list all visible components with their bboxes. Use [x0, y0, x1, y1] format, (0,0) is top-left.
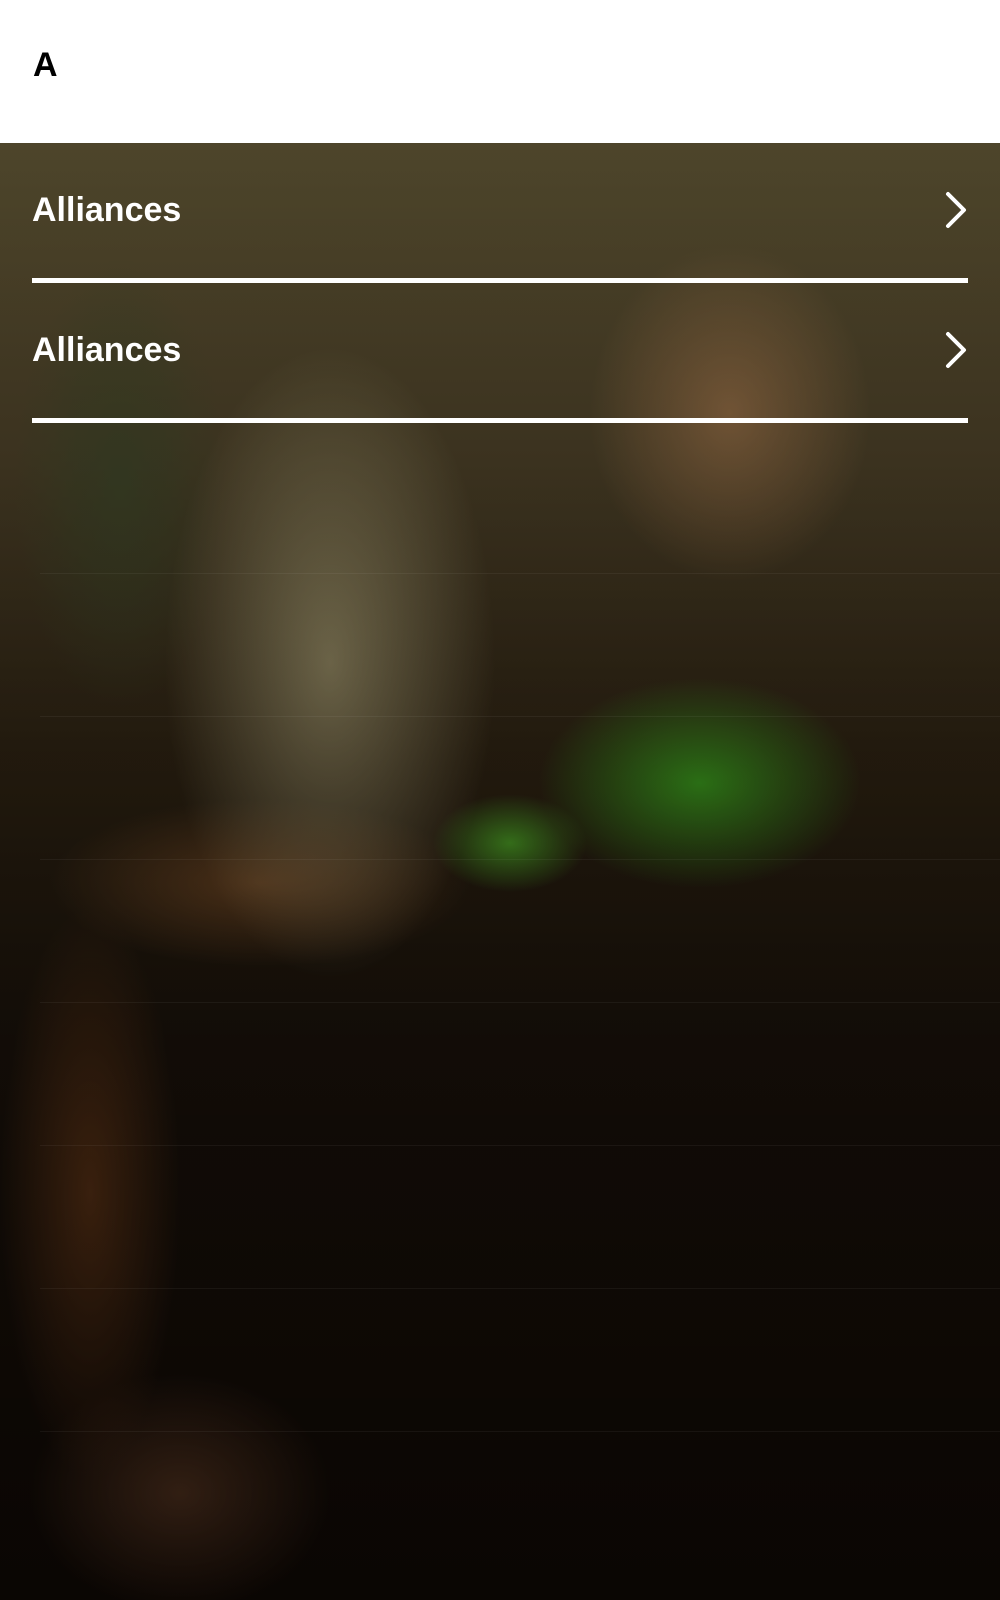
divider: [40, 716, 1000, 717]
divider: [40, 573, 1000, 574]
header-title: A: [33, 46, 58, 84]
chevron-right-icon: [946, 192, 966, 228]
divider: [40, 859, 1000, 860]
divider: [40, 1288, 1000, 1289]
menu-list: Alliances Alliances: [32, 143, 968, 423]
app-header: A: [0, 0, 1000, 143]
divider: [40, 1145, 1000, 1146]
menu-item-alliances[interactable]: Alliances: [32, 143, 968, 283]
menu-item-label: Alliances: [32, 191, 182, 229]
divider: [40, 1002, 1000, 1003]
menu-item-alliances[interactable]: Alliances: [32, 283, 968, 423]
chevron-right-icon: [946, 332, 966, 368]
divider: [40, 1431, 1000, 1432]
menu-item-label: Alliances: [32, 331, 182, 369]
